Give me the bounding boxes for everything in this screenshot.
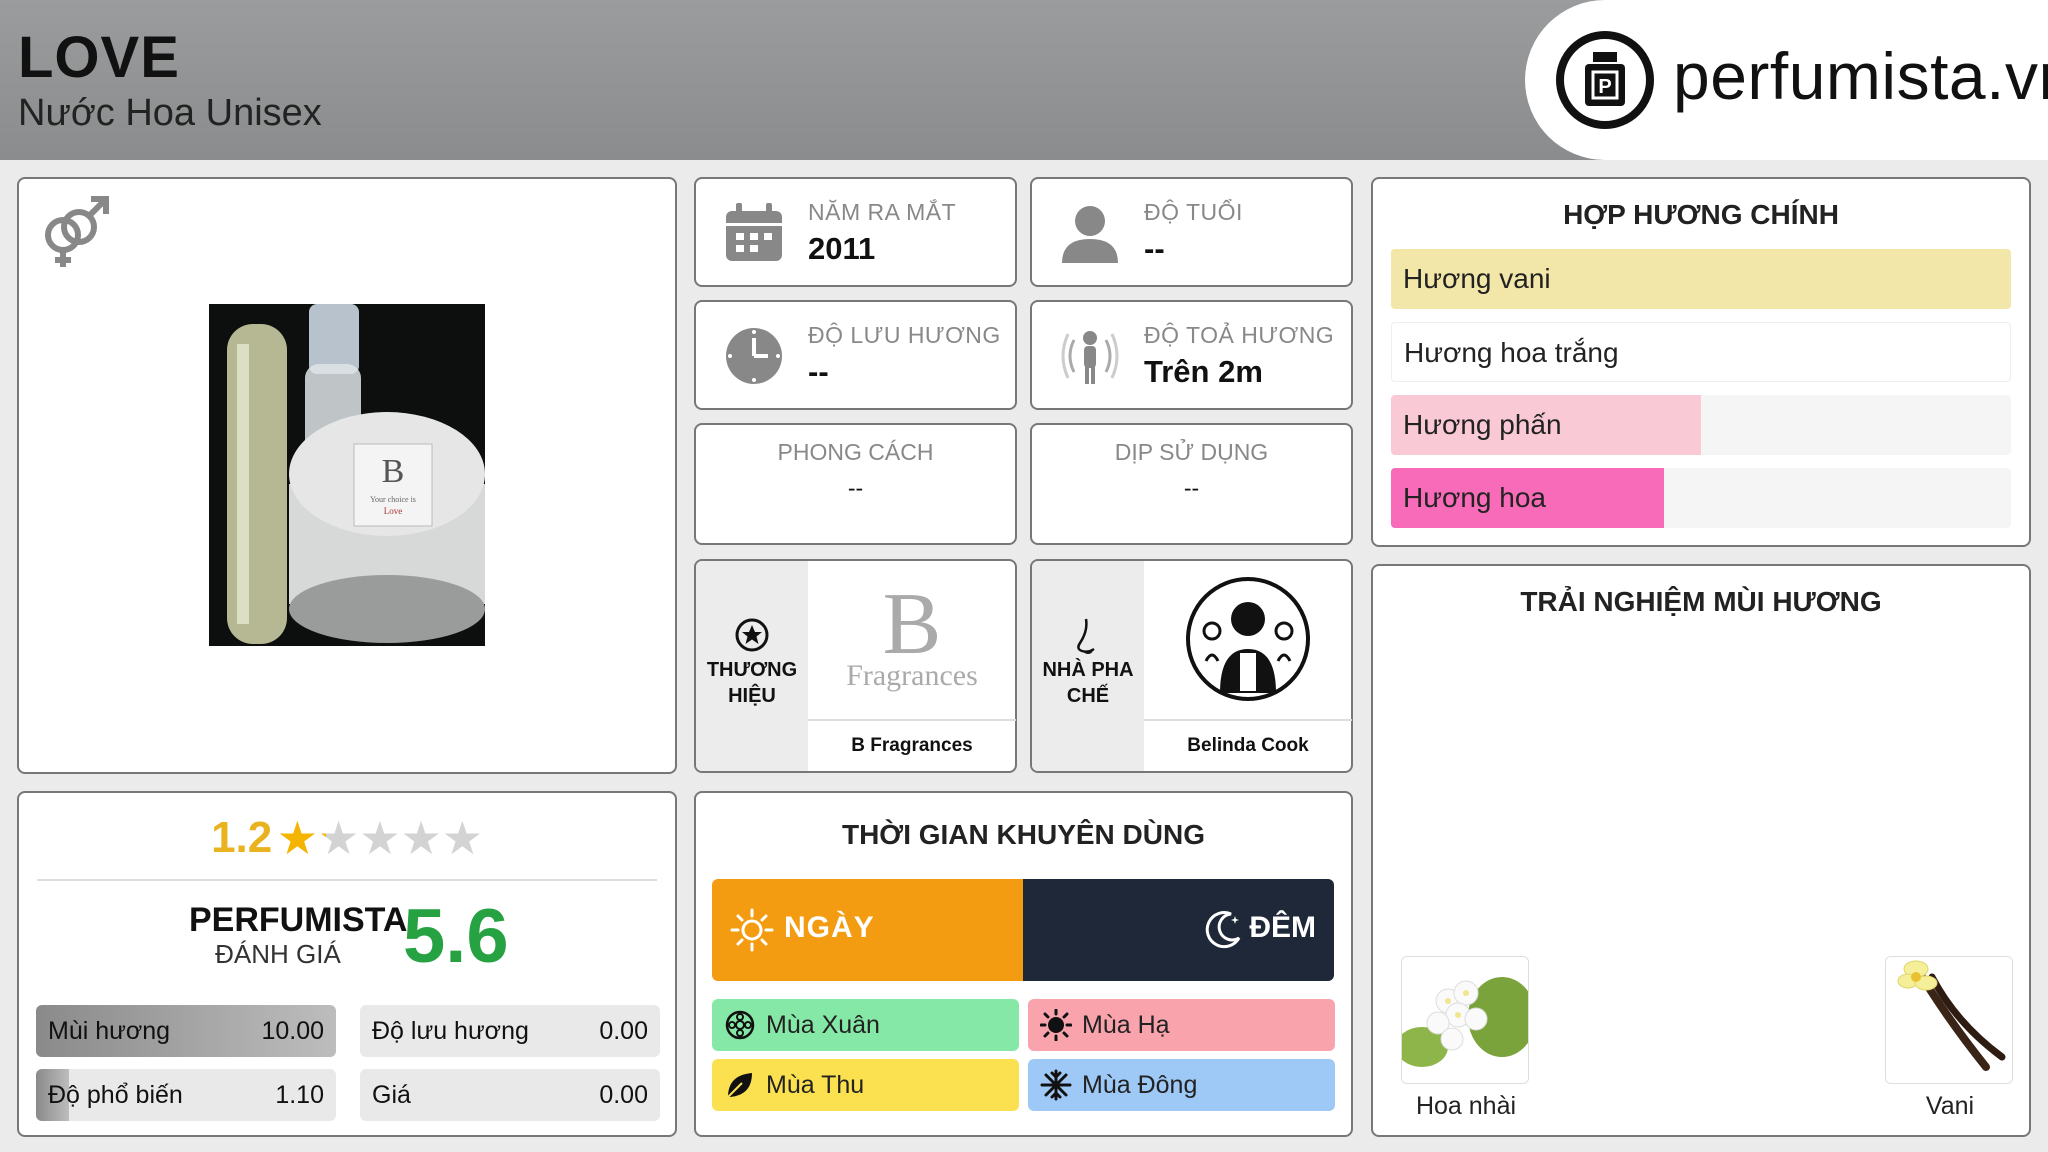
occasion-label: DỊP SỬ DỤNG [1114,439,1269,465]
calendar-icon [726,203,782,261]
product-photo: B Your choice is Love [209,304,485,646]
star-badge-icon [735,618,769,652]
sillage-value: Trên 2m [1144,354,1263,389]
season-autumn: Mùa Thu [712,1059,1019,1111]
rating-star[interactable]: ★ [277,815,318,861]
person-icon [1062,206,1118,263]
perfumer-side-label: NHÀ PHA CHẾ [1042,659,1134,707]
tile-age: ĐỘ TUỔI -- [1030,177,1353,287]
summer-label: Mùa Hạ [1082,1011,1170,1039]
rating-star[interactable]: ★ [442,815,483,861]
season-spring: Mùa Xuân [712,999,1019,1051]
sillage-label: ĐỘ TOẢ HƯƠNG [1144,322,1335,348]
spring-icon [725,1010,755,1040]
autumn-icon [725,1073,752,1100]
recommended-time-card: THỜI GIAN KHUYÊN DÙNG NGÀY ĐÊM Mùa Xuân … [694,791,1353,1137]
accord-white-floral: Hương hoa trắng [1391,322,2011,382]
style-value: -- [847,475,864,501]
day-segment: NGÀY [712,879,1023,981]
jasmine-image [1401,956,1529,1084]
user-rating: 1.2 ★★★★★ [19,813,675,863]
perfumer-side: NHÀ PHA CHẾ [1032,561,1144,771]
logo-text: perfumista.vn [1673,39,2048,113]
vanilla-image [1885,956,2013,1084]
sillage-icon [1061,331,1119,384]
note-label: Hoa nhài [1415,1092,1517,1120]
tile-style: PHONG CÁCH -- [694,423,1017,545]
rating-star[interactable]: ★ [400,815,441,861]
age-value: -- [1144,231,1165,266]
release-label: NĂM RA MẮT [808,199,957,225]
perfumista-score: 5.6 [403,894,509,979]
accord-floral: Hương hoa [1391,468,2011,528]
perfumista-rating-label: PERFUMISTA ĐÁNH GIÁ [189,901,408,969]
page-title: LOVE [18,25,180,90]
rating-stars[interactable]: ★★★★★ [277,815,483,861]
summer-icon [1040,1009,1072,1041]
night-label: ĐÊM [1249,911,1316,944]
spring-label: Mùa Xuân [766,1011,880,1039]
metric-scent: Mùi hương 10.00 [36,1005,336,1057]
metric-popularity: Độ phổ biến 1.10 [36,1069,336,1121]
svg-text:Fragrances: Fragrances [846,659,978,692]
brand-logo[interactable]: B Fragrances [808,561,1016,719]
rating-value: 1.2 [211,813,273,862]
scent-experience-card: TRẢI NGHIỆM MÙI HƯƠNG Hoa nhài Vani [1371,564,2031,1137]
tile-brand[interactable]: THƯƠNG HIỆU B Fragrances B Fragrances [694,559,1017,773]
season-winter: Mùa Đông [1028,1059,1335,1111]
metric-price: Giá 0.00 [360,1069,660,1121]
sun-icon [730,908,774,952]
release-value: 2011 [808,231,876,266]
clock-icon [726,328,782,384]
svg-text:B: B [382,453,405,490]
note-jasmine[interactable]: Hoa nhài [1401,956,1531,1121]
note-vanilla[interactable]: Vani [1885,956,2015,1121]
tile-perfumer[interactable]: NHÀ PHA CHẾ Belinda Cook [1030,559,1353,773]
unisex-gender-icon [45,196,109,267]
nose-icon [1077,618,1095,654]
svg-text:P: P [1598,76,1611,98]
product-image-card: B Your choice is Love [17,177,677,774]
tile-occasion: DỊP SỬ DỤNG -- [1030,423,1353,545]
moon-icon [1205,911,1241,949]
brand-side-label: THƯƠNG HIỆU [706,659,798,707]
accord-vanilla: Hương vani [1391,249,2011,309]
longevity-label: ĐỘ LƯU HƯƠNG [808,322,1001,348]
main-accords-card: HỢP HƯƠNG CHÍNH Hương vani Hương hoa trắ… [1371,177,2031,547]
rating-card: 1.2 ★★★★★ PERFUMISTA ĐÁNH GIÁ 5.6 Mùi hư… [17,791,677,1137]
note-label: Vani [1925,1092,1975,1120]
site-logo[interactable]: P perfumista.vn [1525,0,2048,160]
experience-heading: TRẢI NGHIỆM MÙI HƯƠNG [1520,586,1882,617]
longevity-value: -- [808,354,829,389]
autumn-label: Mùa Thu [766,1071,865,1099]
tile-release-year: NĂM RA MẮT 2011 [694,177,1017,287]
brand-side: THƯƠNG HIỆU [696,561,808,771]
winter-icon [1040,1069,1072,1101]
perfumer-name[interactable]: Belinda Cook [1144,719,1352,771]
page-subtitle: Nước Hoa Unisex [18,92,322,134]
header-bar: LOVE Nước Hoa Unisex P perfumista.vn [0,0,2048,160]
rating-divider [37,879,657,881]
metric-longevity: Độ lưu hương 0.00 [360,1005,660,1057]
time-heading: THỜI GIAN KHUYÊN DÙNG [841,819,1205,850]
season-summer: Mùa Hạ [1028,999,1335,1051]
rating-star[interactable]: ★ [318,815,359,861]
tile-longevity: ĐỘ LƯU HƯƠNG -- [694,300,1017,410]
age-label: ĐỘ TUỔI [1144,199,1243,225]
day-label: NGÀY [784,911,875,944]
accord-powdery: Hương phấn [1391,395,2011,455]
accords-heading: HỢP HƯƠNG CHÍNH [1563,199,1839,230]
style-label: PHONG CÁCH [777,439,934,465]
perfume-bottle-logo-icon: P [1556,31,1654,129]
occasion-value: -- [1183,475,1200,501]
rating-star[interactable]: ★ [359,815,400,861]
winter-label: Mùa Đông [1082,1071,1198,1099]
perfumer-portrait[interactable] [1144,561,1352,719]
svg-text:Love: Love [384,506,403,516]
day-night-bar: NGÀY ĐÊM [712,879,1334,981]
svg-text:Your choice is: Your choice is [370,495,416,504]
tile-sillage: ĐỘ TOẢ HƯƠNG Trên 2m [1030,300,1353,410]
brand-name[interactable]: B Fragrances [808,719,1016,771]
night-segment: ĐÊM [1023,879,1334,981]
